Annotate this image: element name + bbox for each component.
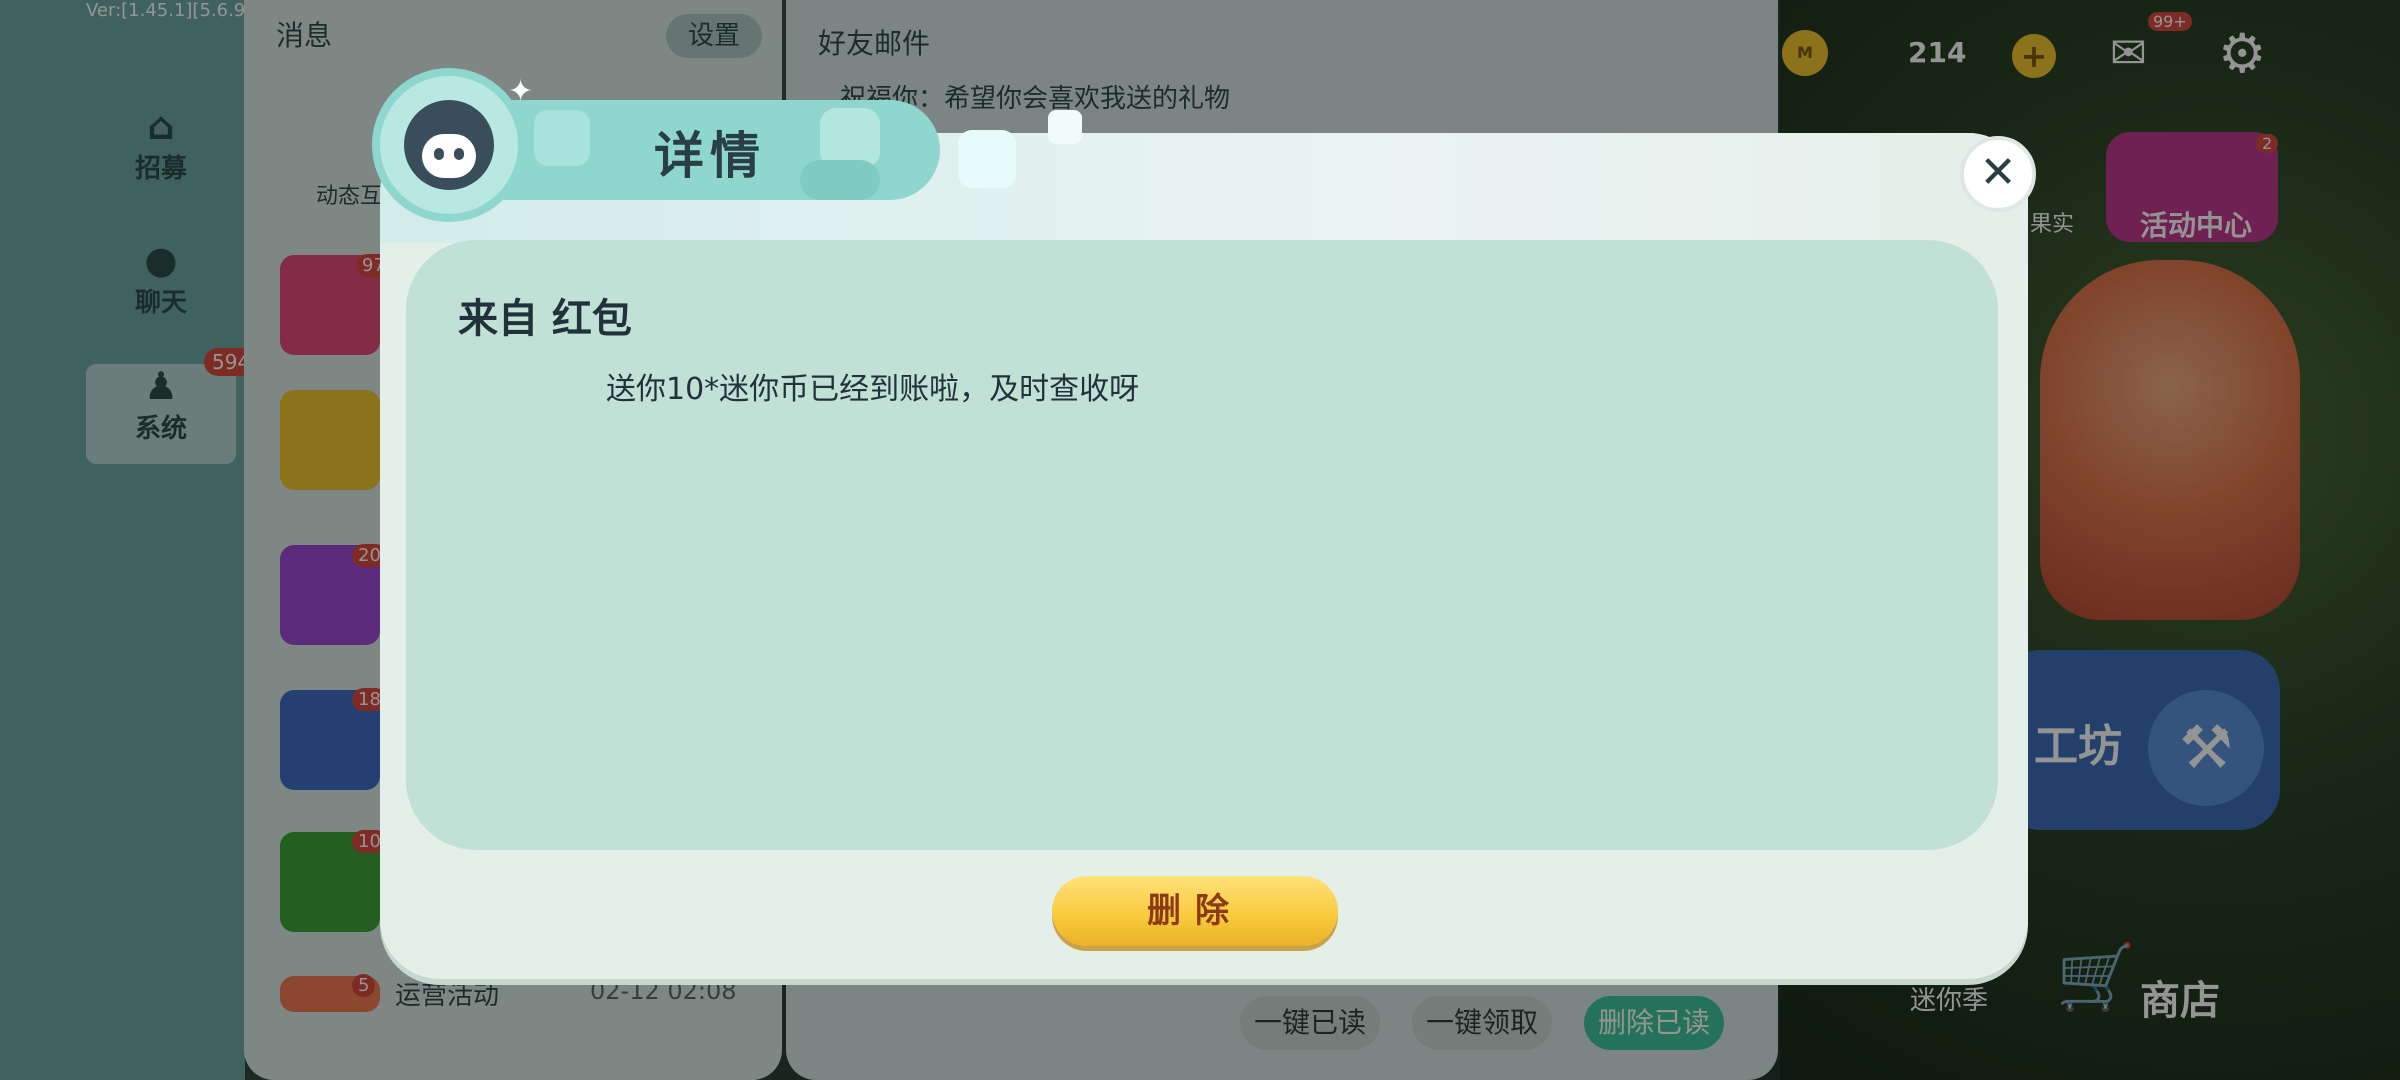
close-button[interactable]: ✕ [1960, 136, 2036, 212]
delete-button[interactable]: 删除 [1052, 876, 1338, 946]
decor-blob [820, 108, 880, 168]
dialog-title: 详情 [654, 127, 766, 185]
sparkle-icon: ✦ [508, 74, 534, 109]
decor-square [958, 130, 1016, 188]
avatar-eye [434, 148, 444, 160]
message-content-box [406, 240, 1998, 850]
avatar-eye [454, 148, 464, 160]
avatar-icon [372, 68, 526, 222]
decor-square [1048, 110, 1082, 144]
decor-blob [534, 110, 590, 166]
message-title: 来自 红包 [458, 296, 632, 342]
avatar-face [422, 134, 476, 178]
decor-blob [800, 160, 880, 200]
avatar-head [404, 100, 494, 190]
message-body: 送你10*迷你币已经到账啦，及时查收呀 [606, 372, 1140, 407]
